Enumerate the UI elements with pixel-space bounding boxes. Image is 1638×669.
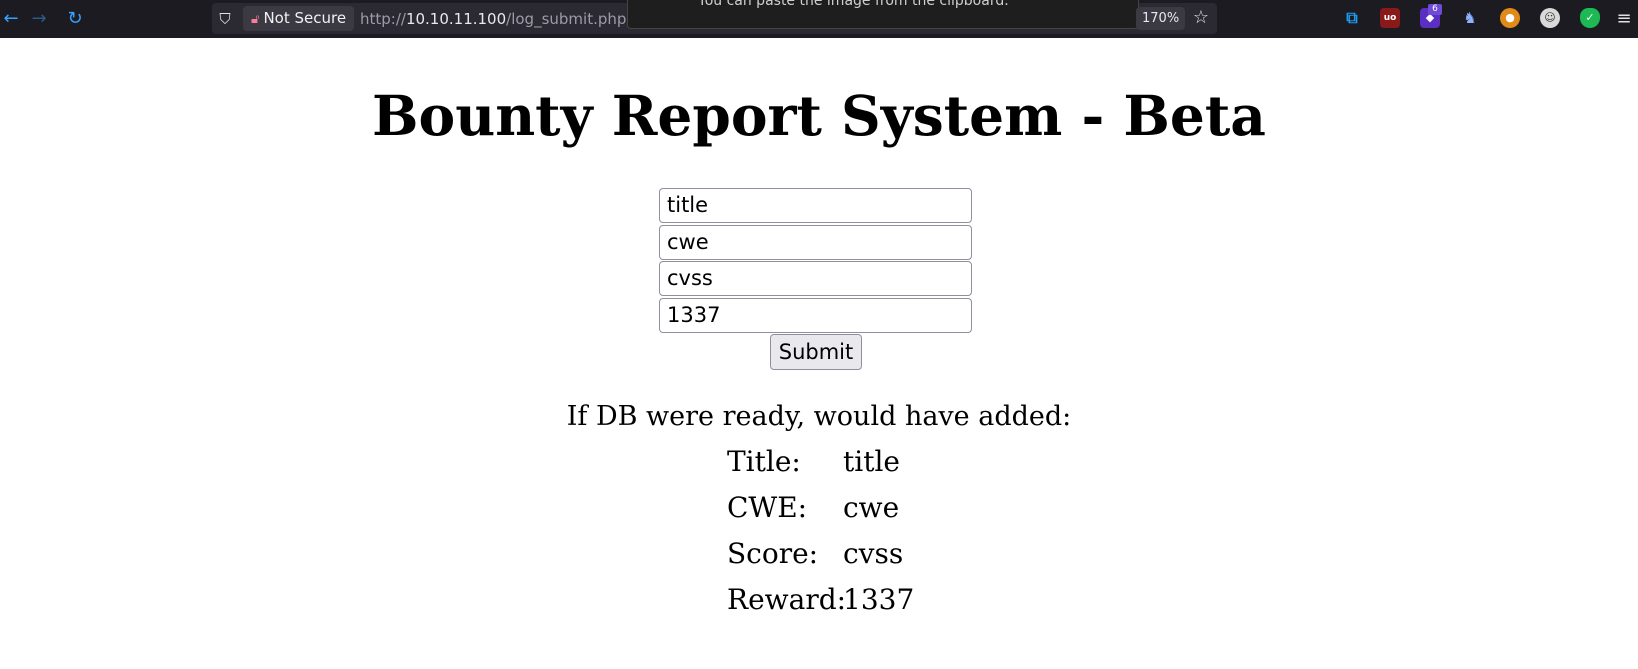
forward-icon[interactable]: → — [28, 8, 50, 30]
result-value: title — [843, 445, 900, 478]
result-value: cvss — [843, 537, 904, 570]
result-label: Score: — [727, 537, 819, 570]
url-host: 10.10.11.100 — [405, 10, 507, 28]
url-prefix: http:// — [360, 10, 406, 28]
result-value: 1337 — [843, 583, 915, 616]
submit-button[interactable]: Submit — [770, 334, 862, 370]
extension-badge: 6 — [1428, 4, 1442, 15]
result-value: cwe — [843, 491, 900, 524]
ublock-icon[interactable]: uo — [1380, 8, 1400, 28]
result-label: Title: — [727, 445, 801, 478]
browser-toolbar: ← → ↻ ⛉ 🔓︎ Not Secure http://10.10.11.100… — [0, 0, 1638, 38]
security-label: Not Secure — [263, 9, 347, 27]
result-label: CWE: — [727, 491, 808, 524]
title-input[interactable]: title — [659, 188, 972, 223]
url-path: /log_submit.php — [506, 10, 627, 28]
back-icon[interactable]: ← — [0, 8, 22, 30]
security-indicator[interactable]: 🔓︎ Not Secure — [243, 6, 355, 31]
shield-icon[interactable]: ⛉ — [216, 9, 234, 29]
bookmark-star-icon[interactable]: ☆ — [1190, 7, 1212, 29]
reload-icon[interactable]: ↻ — [64, 8, 86, 30]
reward-input[interactable]: 1337 — [659, 298, 972, 333]
extension-spy-icon[interactable]: ♞ — [1460, 8, 1480, 28]
extension-check-shield-icon[interactable]: ✓ — [1580, 8, 1600, 28]
clipboard-toast: You can paste the image from the clipboa… — [627, 0, 1139, 29]
zoom-indicator[interactable]: 170% — [1136, 7, 1186, 30]
extensions-puzzle-icon[interactable]: ⧉ — [1342, 8, 1362, 28]
url-text[interactable]: http://10.10.11.100/log_submit.php — [360, 9, 626, 29]
menu-icon[interactable]: ≡ — [1614, 8, 1634, 30]
result-heading: If DB were ready, would have added: — [566, 401, 1072, 432]
extension-cookie-icon[interactable]: ● — [1500, 8, 1520, 28]
cwe-input[interactable]: cwe — [659, 225, 972, 260]
lock-icon: 🔓︎ — [251, 12, 260, 27]
result-label: Reward: — [727, 583, 847, 616]
toast-text: You can paste the image from the clipboa… — [698, 0, 1009, 9]
extension-face-icon[interactable]: ☺ — [1540, 8, 1560, 28]
cvss-input[interactable]: cvss — [659, 261, 972, 296]
page-title: Bounty Report System - Beta — [372, 83, 1266, 148]
